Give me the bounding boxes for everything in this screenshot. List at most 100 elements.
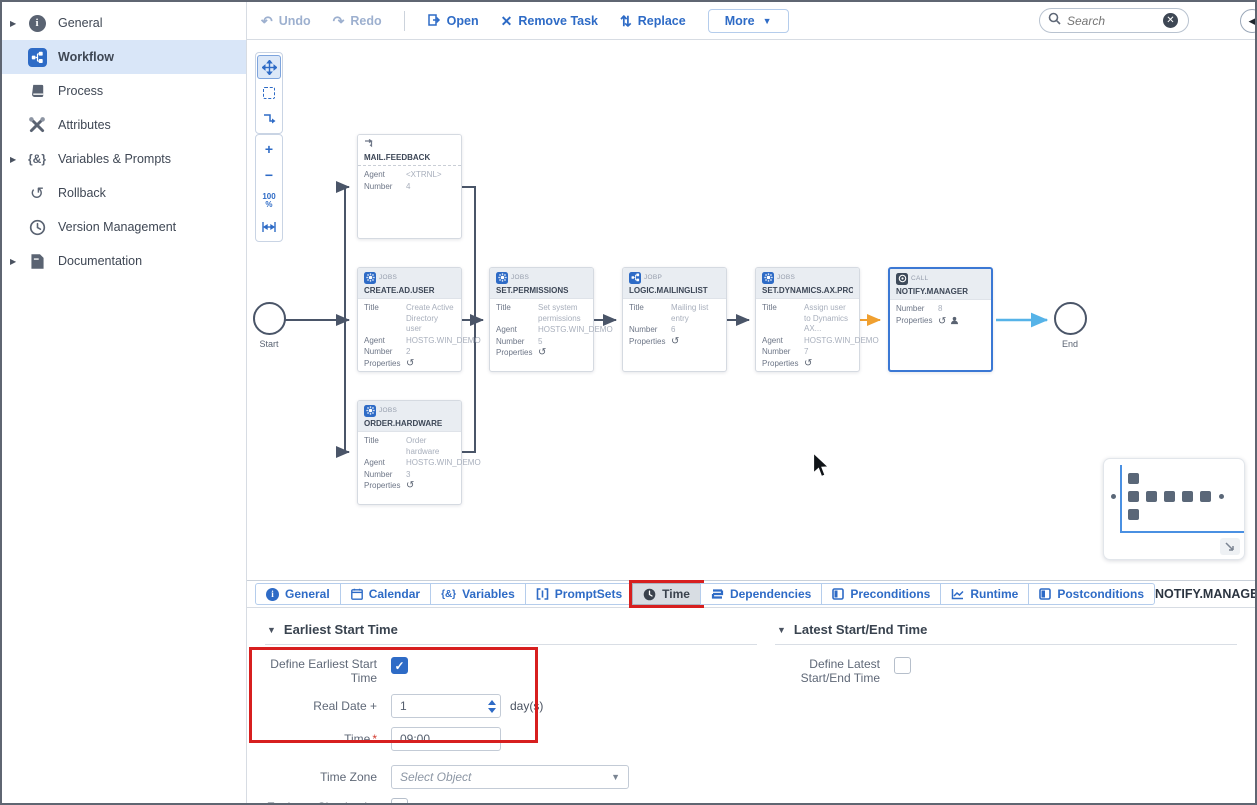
remove-task-button[interactable]: ✕ Remove Task bbox=[501, 14, 598, 28]
connector-tool-button[interactable] bbox=[257, 107, 281, 131]
clear-search-icon[interactable]: ✕ bbox=[1163, 13, 1178, 28]
open-icon bbox=[427, 13, 441, 29]
replace-button[interactable]: ⇅ Replace bbox=[620, 14, 686, 28]
stepper-arrows[interactable] bbox=[488, 700, 496, 713]
define-earliest-checkbox[interactable] bbox=[391, 657, 408, 674]
minimap-end-dot bbox=[1219, 494, 1224, 499]
job-gear-icon bbox=[762, 272, 774, 284]
rollback-property-icon[interactable]: ↺ bbox=[938, 317, 946, 327]
minimap-node bbox=[1146, 491, 1157, 502]
rollback-property-icon[interactable]: ↺ bbox=[538, 348, 587, 359]
zoom-in-button[interactable]: + bbox=[257, 137, 281, 161]
rollback-property-icon[interactable]: ↺ bbox=[671, 337, 720, 348]
more-button[interactable]: More ▼ bbox=[708, 9, 789, 33]
minimap-node bbox=[1200, 491, 1211, 502]
preconditions-icon bbox=[832, 588, 844, 600]
workflow-canvas[interactable]: + − 100% bbox=[247, 40, 1255, 580]
zoom-out-button[interactable]: − bbox=[257, 163, 281, 187]
sidebar-item-label: Process bbox=[58, 84, 103, 98]
clock-icon bbox=[643, 588, 656, 601]
chevron-right-icon[interactable]: ▶ bbox=[10, 19, 24, 28]
redo-button[interactable]: ↷ Redo bbox=[333, 14, 382, 28]
tab-dependencies[interactable]: Dependencies bbox=[700, 583, 822, 605]
timezone-select[interactable]: Select Object ▼ bbox=[391, 765, 629, 789]
tab-preconditions[interactable]: Preconditions bbox=[821, 583, 941, 605]
task-node-set-permissions[interactable]: JOBS SET.PERMISSIONS TitleSet system per… bbox=[489, 267, 594, 372]
open-button[interactable]: Open bbox=[427, 13, 479, 29]
chevron-right-icon[interactable]: ▶ bbox=[10, 257, 24, 266]
minimap-node bbox=[1164, 491, 1175, 502]
real-date-input[interactable] bbox=[391, 694, 501, 718]
close-icon: ✕ bbox=[501, 14, 513, 28]
rollback-property-icon[interactable]: ↺ bbox=[406, 481, 455, 492]
tab-postconditions[interactable]: Postconditions bbox=[1028, 583, 1155, 605]
minimap-node bbox=[1128, 491, 1139, 502]
rollback-property-icon[interactable]: ↺ bbox=[406, 359, 455, 370]
detail-tabbar: i General Calendar {&} Variables PromptS… bbox=[247, 581, 1255, 608]
time-input[interactable] bbox=[391, 727, 501, 751]
evaluate-checkpoint-checkbox[interactable] bbox=[391, 798, 408, 803]
chevron-down-icon: ▼ bbox=[267, 625, 276, 635]
tab-general[interactable]: i General bbox=[255, 583, 341, 605]
fit-width-button[interactable] bbox=[257, 215, 281, 239]
calendar-icon bbox=[351, 588, 363, 600]
workflow-icon bbox=[26, 46, 48, 68]
sidebar-item-workflow[interactable]: ▶ Workflow bbox=[2, 40, 246, 74]
task-node-notify-manager[interactable]: CALL NOTIFY.MANAGER Number8 Properties ↺ bbox=[888, 267, 993, 372]
section-header-latest[interactable]: ▼ Latest Start/End Time bbox=[775, 616, 1237, 645]
section-header-earliest[interactable]: ▼ Earliest Start Time bbox=[265, 616, 757, 645]
document-icon bbox=[26, 250, 48, 272]
process-icon bbox=[26, 80, 48, 102]
marquee-select-tool-button[interactable] bbox=[257, 81, 281, 105]
promptset-icon bbox=[536, 588, 549, 600]
user-property-icon[interactable] bbox=[950, 316, 959, 328]
task-node-mail-feedback[interactable]: MAIL.FEEDBACK Agent<XTRNL> Number4 bbox=[357, 134, 462, 239]
minimap-node bbox=[1128, 473, 1139, 484]
time-tab-content: ▼ Earliest Start Time Define Earliest St… bbox=[247, 608, 1255, 803]
task-node-set-dynamics-ax-projects[interactable]: JOBS SET.DYNAMICS.AX.PROJECTS TitleAssig… bbox=[755, 267, 860, 372]
undo-icon: ↶ bbox=[261, 14, 273, 28]
sidebar-item-variables-prompts[interactable]: ▶ {&} Variables & Prompts bbox=[2, 142, 246, 176]
required-asterisk: * bbox=[372, 732, 377, 746]
search-input[interactable] bbox=[1067, 14, 1157, 28]
job-gear-icon bbox=[496, 272, 508, 284]
chevron-right-icon[interactable]: ▶ bbox=[10, 155, 24, 164]
swap-icon: ⇅ bbox=[620, 14, 632, 28]
rollback-property-icon[interactable]: ↺ bbox=[804, 359, 853, 370]
undo-button[interactable]: ↶ Undo bbox=[261, 14, 311, 28]
sidebar-item-process[interactable]: ▶ Process bbox=[2, 74, 246, 108]
sidebar-item-version-management[interactable]: ▶ Version Management bbox=[2, 210, 246, 244]
tab-runtime[interactable]: Runtime bbox=[940, 583, 1029, 605]
pan-tool-button[interactable] bbox=[257, 55, 281, 79]
minimap[interactable] bbox=[1103, 458, 1245, 560]
tab-calendar[interactable]: Calendar bbox=[340, 583, 431, 605]
minimap-node bbox=[1182, 491, 1193, 502]
job-gear-icon bbox=[364, 405, 376, 417]
task-node-logic-mailinglist[interactable]: JOBP LOGIC.MAILINGLIST TitleMailing list… bbox=[622, 267, 727, 372]
task-node-order-hardware[interactable]: JOBS ORDER.HARDWARE TitleOrder hardware … bbox=[357, 400, 462, 505]
sidebar-item-rollback[interactable]: ▶ ↺ Rollback bbox=[2, 176, 246, 210]
define-latest-checkbox[interactable] bbox=[894, 657, 911, 674]
dependencies-icon bbox=[711, 588, 724, 600]
sidebar-item-general[interactable]: ▶ i General bbox=[2, 6, 246, 40]
panel-object-header: NOTIFY.MANAGER ✕ bbox=[1155, 586, 1257, 603]
task-node-create-ad-user[interactable]: JOBS CREATE.AD.USER TitleCreate Active D… bbox=[357, 267, 462, 372]
sidebar-item-label: Rollback bbox=[58, 186, 106, 200]
tab-promptsets[interactable]: PromptSets bbox=[525, 583, 633, 605]
zoom-100-button[interactable]: 100% bbox=[257, 189, 281, 213]
end-node[interactable]: End bbox=[1040, 302, 1100, 349]
sidebar-item-documentation[interactable]: ▶ Documentation bbox=[2, 244, 246, 278]
start-node[interactable]: Start bbox=[247, 302, 299, 349]
end-circle[interactable] bbox=[1054, 302, 1087, 335]
panel-object-name: NOTIFY.MANAGER bbox=[1155, 587, 1257, 601]
start-circle[interactable] bbox=[253, 302, 286, 335]
tab-time[interactable]: Time bbox=[632, 583, 701, 605]
sidebar-item-attributes[interactable]: ▶ Attributes bbox=[2, 108, 246, 142]
collapse-panel-button[interactable]: ◀ bbox=[1240, 9, 1257, 33]
call-icon bbox=[896, 273, 908, 285]
tab-variables[interactable]: {&} Variables bbox=[430, 583, 526, 605]
chevron-down-icon: ▼ bbox=[763, 16, 772, 26]
info-icon: i bbox=[266, 588, 279, 601]
minimap-resize-handle[interactable] bbox=[1220, 538, 1240, 555]
search-icon bbox=[1048, 12, 1061, 30]
